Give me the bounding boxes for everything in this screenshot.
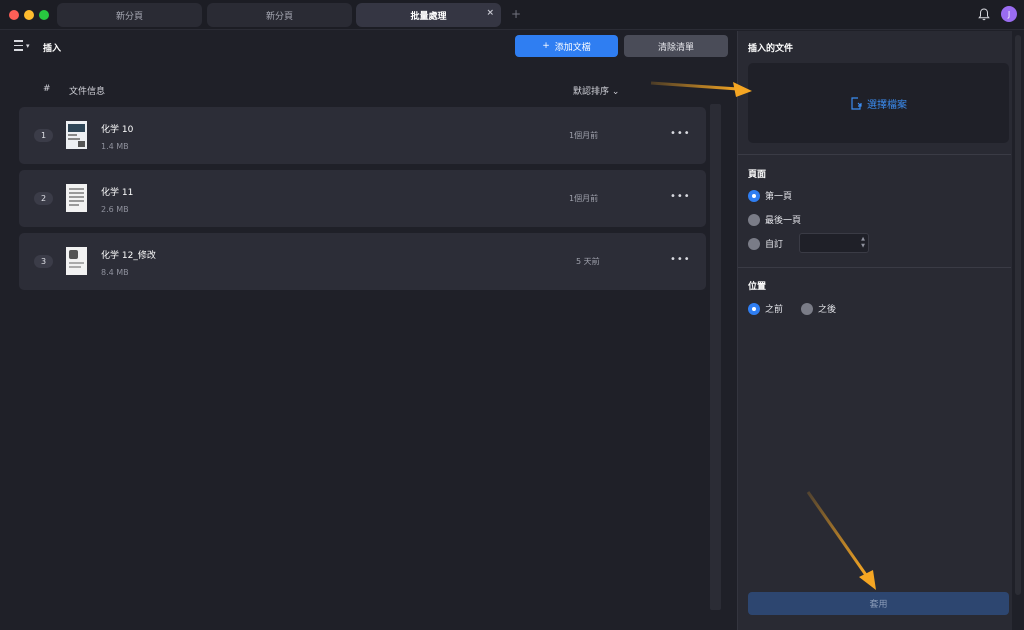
row-number: 3 <box>34 255 53 268</box>
bell-icon[interactable] <box>978 8 990 21</box>
file-list-panel: ▾ 插入 + 添加文檔 清除清單 # 文件信息 默認排序 ⌄ 1 化学 10 1… <box>0 31 737 630</box>
file-name: 化学 10 <box>101 125 134 135</box>
custom-page-stepper[interactable]: ▲ ▼ <box>799 233 869 253</box>
sort-dropdown[interactable]: 默認排序 ⌄ <box>573 84 619 97</box>
list-item[interactable]: 2 化学 11 2.6 MB 1個月前 ••• <box>19 170 706 227</box>
file-time: 1個月前 <box>569 131 599 140</box>
list-item[interactable]: 1 化学 10 1.4 MB 1個月前 ••• <box>19 107 706 164</box>
tab-close-icon[interactable]: × <box>486 8 494 18</box>
radio-unselected-icon <box>748 237 760 250</box>
avatar[interactable]: J <box>1001 6 1017 22</box>
maximize-window-button[interactable] <box>39 10 49 20</box>
panel-scrollbar[interactable] <box>1012 31 1024 630</box>
file-name: 化学 12_修改 <box>101 251 156 261</box>
file-name: 化学 11 <box>101 188 134 198</box>
panel-title: 插入 <box>43 44 62 54</box>
file-size: 1.4 MB <box>101 142 129 151</box>
choose-file-label: 選擇檔案 <box>867 99 907 111</box>
title-bar: 新分頁 新分頁 批量處理 × + J <box>0 0 1024 30</box>
radio-selected-icon <box>748 189 760 202</box>
radio-selected-icon <box>748 302 760 315</box>
add-document-button[interactable]: + 添加文檔 <box>515 35 618 57</box>
radio-first-page[interactable]: 第一頁 <box>748 189 792 202</box>
column-header-number: # <box>43 84 51 94</box>
file-time: 1個月前 <box>569 194 599 203</box>
file-thumbnail <box>66 247 87 275</box>
insert-file-title: 插入的文件 <box>748 44 794 54</box>
plus-icon: + <box>542 41 550 51</box>
insert-settings-panel: 插入的文件 選擇檔案 頁面 第一頁 最後一頁 自訂 ▲ ▼ 位置 之前 之後 套用 <box>737 31 1020 630</box>
tab-batch-processing[interactable]: 批量處理 × <box>356 3 501 27</box>
file-size: 8.4 MB <box>101 268 129 277</box>
more-icon[interactable]: ••• <box>670 254 691 265</box>
tab-label: 新分頁 <box>265 11 293 22</box>
radio-unselected-icon <box>748 213 760 226</box>
radio-label: 最後一頁 <box>765 216 802 226</box>
apply-button[interactable]: 套用 <box>748 592 1009 615</box>
file-add-icon <box>851 96 862 110</box>
divider <box>738 154 1011 155</box>
radio-after[interactable]: 之後 <box>801 302 836 315</box>
radio-last-page[interactable]: 最後一頁 <box>748 213 801 226</box>
row-number: 1 <box>34 129 53 142</box>
stepper-arrows-icon[interactable]: ▲ ▼ <box>861 236 865 250</box>
add-document-label: 添加文檔 <box>554 42 591 53</box>
radio-label: 第一頁 <box>765 192 793 202</box>
radio-before[interactable]: 之前 <box>748 302 783 315</box>
tab-new-1[interactable]: 新分頁 <box>57 3 202 27</box>
file-time: 5 天前 <box>576 257 600 266</box>
choose-file-area[interactable]: 選擇檔案 <box>748 63 1009 143</box>
file-thumbnail <box>66 121 87 149</box>
file-size: 2.6 MB <box>101 205 129 214</box>
list-scrollbar[interactable] <box>710 104 721 610</box>
tab-label: 批量處理 <box>410 11 447 22</box>
close-window-button[interactable] <box>9 10 19 20</box>
chevron-down-icon: ⌄ <box>611 87 620 97</box>
tab-new-2[interactable]: 新分頁 <box>207 3 352 27</box>
radio-unselected-icon <box>801 302 813 315</box>
minimize-window-button[interactable] <box>24 10 34 20</box>
divider <box>738 267 1011 268</box>
clear-list-button[interactable]: 清除清單 <box>624 35 728 57</box>
list-item[interactable]: 3 化学 12_修改 8.4 MB 5 天前 ••• <box>19 233 706 290</box>
file-thumbnail <box>66 184 87 212</box>
position-section-title: 位置 <box>748 282 767 292</box>
radio-label: 之後 <box>818 305 837 315</box>
column-header-file-info: 文件信息 <box>69 87 106 97</box>
more-icon[interactable]: ••• <box>670 191 691 202</box>
more-icon[interactable]: ••• <box>670 128 691 139</box>
radio-label: 自訂 <box>765 240 784 250</box>
chevron-down-icon[interactable]: ▾ <box>26 42 30 50</box>
radio-label: 之前 <box>765 305 784 315</box>
tab-label: 新分頁 <box>115 11 143 22</box>
row-number: 2 <box>34 192 53 205</box>
pages-section-title: 頁面 <box>748 170 767 180</box>
new-tab-plus-icon[interactable]: + <box>511 7 521 21</box>
radio-custom-page[interactable]: 自訂 <box>748 237 783 250</box>
sort-label: 默認排序 <box>573 87 610 97</box>
